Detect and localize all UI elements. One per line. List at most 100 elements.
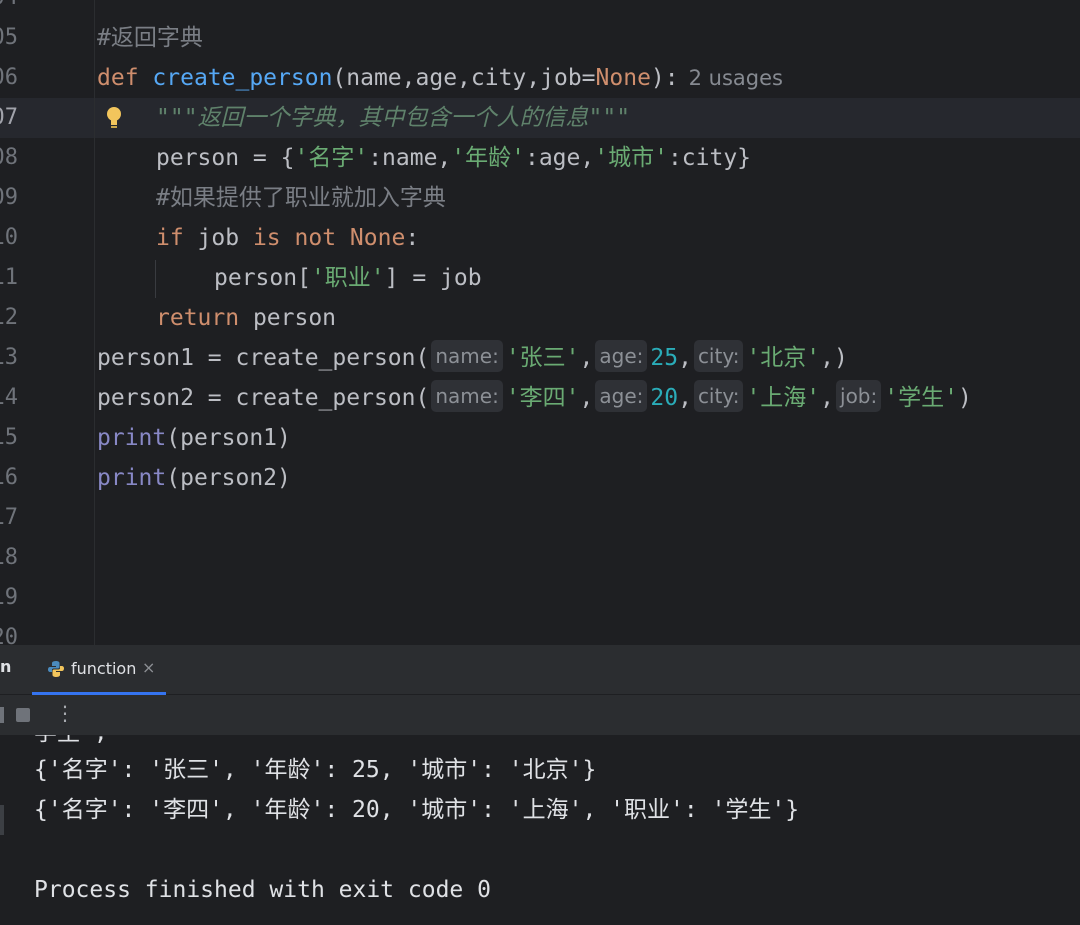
console-output[interactable]: 学生', {'名字': '张三', '年龄': 25, '城市': '北京'} … (0, 735, 1080, 925)
code-text: person1 = create_person( (97, 345, 430, 371)
keyword: if (156, 225, 184, 251)
string-literal: '李四' (505, 385, 580, 411)
string-literal: '张三' (505, 345, 580, 371)
keyword: None (595, 65, 651, 91)
code-line[interactable]: person = {'名字':name,'年龄':age,'城市':city} (156, 138, 751, 178)
parameter-hint: age: (595, 340, 648, 372)
run-tool-window-header: n function × (0, 645, 1080, 695)
number-literal: 25 (650, 345, 679, 371)
line-number: 05 (0, 25, 18, 50)
string-literal: '名字' (294, 145, 369, 171)
line-number: 19 (0, 585, 18, 610)
code-text: ,) (820, 345, 848, 371)
code-text: :name, (368, 145, 452, 171)
string-literal: '城市' (594, 145, 668, 171)
line-number: 04 (0, 0, 18, 18)
comment: #如果提供了职业就加入字典 (156, 185, 446, 211)
builtin-function: print (97, 425, 167, 451)
tab-function[interactable]: function × (32, 645, 166, 695)
parameter-hint: job: (836, 380, 882, 412)
lightbulb-icon[interactable] (104, 104, 124, 132)
code-line[interactable]: #返回字典 (97, 18, 203, 58)
tab-label: function (71, 659, 137, 678)
close-icon[interactable]: × (142, 658, 155, 677)
code-text: person (239, 305, 337, 331)
string-literal: '职业' (310, 265, 385, 291)
keyword: return (156, 305, 240, 331)
code-text: (person2) (166, 465, 291, 491)
code-line[interactable]: print(person1) (97, 418, 291, 458)
line-number: 10 (0, 225, 18, 250)
code-text: person2 = create_person( (97, 385, 430, 411)
parameter-hint: age: (595, 380, 648, 412)
line-number: 14 (0, 385, 18, 410)
code-line[interactable]: person2 = create_person(name: '李四', age: 20… (97, 378, 972, 418)
docstring: """返回一个字典，其中包含一个人的信息""" (156, 105, 631, 131)
code-text: :age, (524, 145, 595, 171)
code-line[interactable]: return person (156, 298, 336, 338)
line-number: 13 (0, 345, 18, 370)
params-end: ): (650, 65, 679, 91)
parameter-hint: name: (431, 340, 503, 372)
parameter-hint: name: (431, 380, 503, 412)
string-literal: '北京' (746, 345, 821, 371)
console-line: {'名字': '李四', '年龄': 20, '城市': '上海', '职业':… (34, 797, 800, 823)
code-text: , (678, 345, 692, 371)
code-text: person[ (214, 265, 311, 291)
code-editor[interactable]: 04 05 06 07 08 09 10 11 12 13 14 15 16 1… (0, 0, 1080, 645)
process-exit-message: Process finished with exit code 0 (34, 877, 491, 903)
run-tool-window-title: n (0, 657, 12, 676)
code-text: , (579, 385, 594, 411)
code-line[interactable]: print(person2) (97, 458, 291, 498)
keyword: def (97, 65, 139, 91)
line-number: 16 (0, 465, 18, 490)
console-line: {'名字': '张三', '年龄': 25, '城市': '北京'} (34, 757, 597, 783)
more-options-icon[interactable]: ⋮ (55, 701, 75, 725)
code-text: job (183, 225, 253, 251)
code-line[interactable]: person1 = create_person(name: '张三', age: 25… (97, 338, 848, 378)
line-number: 11 (0, 265, 18, 290)
code-text: : (405, 225, 420, 251)
console-scrollbar[interactable] (0, 805, 4, 835)
python-icon (48, 661, 64, 677)
parameter-hint: city: (693, 340, 744, 372)
string-literal: '学生' (884, 385, 958, 411)
string-literal: '上海' (746, 385, 821, 411)
code-text: , (579, 345, 594, 371)
stop-icon[interactable] (16, 708, 30, 722)
line-number: 17 (0, 505, 18, 530)
line-number: 20 (0, 625, 18, 645)
params: (name,age,city,job= (332, 65, 596, 91)
keyword: is (252, 225, 281, 251)
line-number: 09 (0, 185, 18, 210)
code-text: , (678, 385, 692, 411)
run-toolbar: ⋮ (0, 695, 1080, 735)
string-literal: '年龄' (451, 145, 525, 171)
number-literal: 20 (650, 385, 679, 411)
indent-guide (155, 260, 156, 298)
code-line[interactable]: #如果提供了职业就加入字典 (156, 178, 446, 218)
code-text: (person1) (166, 425, 291, 451)
line-number-gutter: 04 05 06 07 08 09 10 11 12 13 14 15 16 1… (0, 0, 95, 645)
code-text: ) (957, 385, 972, 411)
code-text: , (820, 385, 835, 411)
toolbar-edge-icon (0, 707, 4, 723)
line-number: 07 (0, 105, 18, 130)
code-line[interactable]: person['职业'] = job (214, 258, 482, 298)
usages-hint[interactable]: 2 usages (689, 66, 783, 90)
line-number: 08 (0, 145, 18, 170)
code-text: person = { (156, 145, 295, 171)
keyword: None (349, 225, 406, 251)
line-number: 06 (0, 65, 18, 90)
keyword: not (294, 225, 337, 251)
code-line[interactable]: def create_person(name,age,city,job=None… (97, 58, 783, 98)
code-line[interactable]: if job is not None: (156, 218, 419, 258)
comment: #返回字典 (97, 25, 203, 51)
line-number: 15 (0, 425, 18, 450)
function-name: create_person (152, 65, 333, 91)
code-text: ] = job (384, 265, 482, 291)
code-line[interactable]: """返回一个字典，其中包含一个人的信息""" (156, 98, 630, 138)
code-text: :city} (667, 145, 752, 171)
builtin-function: print (97, 465, 167, 491)
line-number: 18 (0, 545, 18, 570)
